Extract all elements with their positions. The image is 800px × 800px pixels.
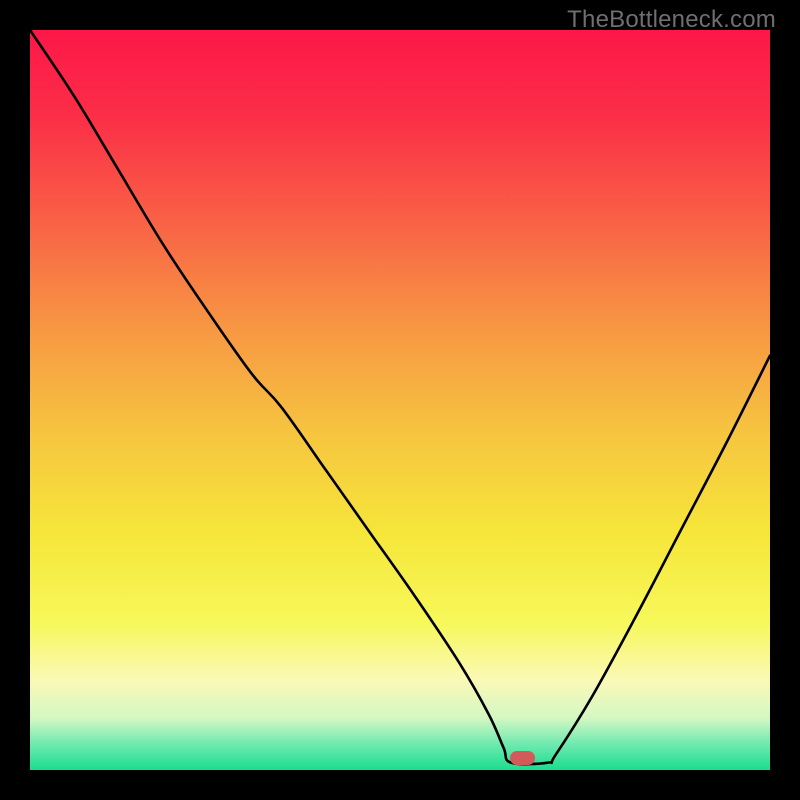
optimum-marker: [510, 751, 535, 765]
plot-area: [30, 30, 770, 770]
gradient-background: [30, 30, 770, 770]
chart-container: TheBottleneck.com: [0, 0, 800, 800]
